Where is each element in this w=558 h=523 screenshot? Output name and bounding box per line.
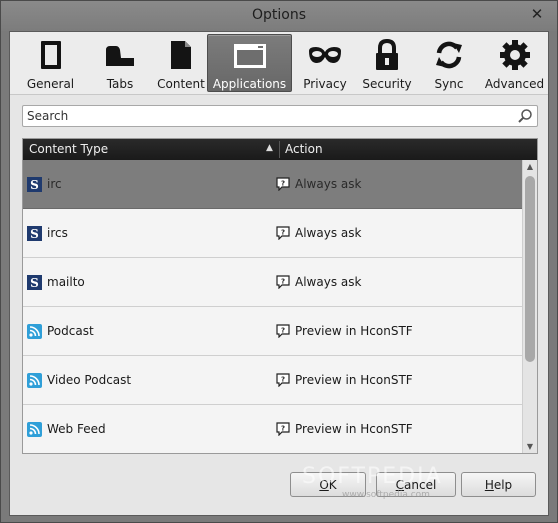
tabs-icon [102, 38, 138, 72]
content-type-label: ircs [47, 226, 68, 240]
action-label[interactable]: Preview in HconSTF [295, 422, 413, 436]
s-app-icon: S [27, 226, 42, 241]
privacy-mask-icon [307, 38, 343, 72]
window-title: Options [251, 7, 307, 23]
tab-privacy[interactable]: Privacy [298, 34, 352, 92]
s-app-icon: S [27, 275, 42, 290]
svg-text:?: ? [281, 180, 285, 188]
action-label[interactable]: Always ask [295, 177, 361, 191]
options-window: Options ✕ General Tabs Content Applicati… [0, 0, 558, 523]
tab-content[interactable]: Content [148, 34, 214, 92]
search-input[interactable] [23, 106, 513, 126]
tab-sync[interactable]: Sync [423, 34, 475, 92]
table-body: S irc ? Always ask S ircs ? Always ask S… [23, 160, 522, 453]
tab-general[interactable]: General [14, 34, 87, 92]
tab-applications[interactable]: Applications [207, 34, 292, 92]
tab-security[interactable]: Security [356, 34, 418, 92]
applications-table: Content Type ▲ Action S irc ? Always ask… [22, 138, 538, 454]
watermark-url: www.softpedia.com [342, 490, 430, 500]
action-label[interactable]: Always ask [295, 226, 361, 240]
sync-icon [431, 38, 467, 72]
tab-content-label: Content [157, 77, 205, 91]
column-header-action[interactable]: Action [285, 142, 323, 156]
content-type-label: Podcast [47, 324, 94, 338]
table-row-podcast[interactable]: Podcast ? Preview in HconSTF [23, 307, 522, 356]
ask-action-icon: ? [276, 275, 290, 289]
close-icon: ✕ [530, 5, 544, 23]
ask-action-icon: ? [276, 324, 290, 338]
table-row-mailto[interactable]: S mailto ? Always ask [23, 258, 522, 307]
column-separator[interactable] [279, 141, 280, 158]
tab-tabs-label: Tabs [106, 77, 134, 91]
action-label[interactable]: Always ask [295, 275, 361, 289]
action-label[interactable]: Preview in HconSTF [295, 373, 413, 387]
tab-general-label: General [26, 77, 75, 91]
tab-sync-label: Sync [434, 77, 464, 91]
tab-tabs[interactable]: Tabs [89, 34, 151, 92]
search-box [22, 105, 538, 127]
category-toolbar: General Tabs Content Applications Privac… [10, 32, 548, 95]
content-type-label: Web Feed [47, 422, 106, 436]
feed-icon [27, 373, 42, 388]
content-type-label: mailto [47, 275, 85, 289]
search-icon[interactable] [517, 108, 533, 124]
help-accelerator: H [484, 477, 494, 492]
content-type-label: irc [47, 177, 62, 191]
ask-action-icon: ? [276, 177, 290, 191]
tab-advanced-label: Advanced [484, 77, 545, 91]
ask-action-icon: ? [276, 226, 290, 240]
svg-text:?: ? [281, 376, 285, 384]
applications-icon [232, 39, 268, 72]
content-type-label: Video Podcast [47, 373, 132, 387]
tab-applications-label: Applications [212, 77, 287, 91]
svg-text:?: ? [281, 327, 285, 335]
tab-privacy-label: Privacy [303, 77, 347, 91]
vertical-scrollbar[interactable]: ▲ ▼ [522, 160, 537, 453]
table-row-ircs[interactable]: S ircs ? Always ask [23, 209, 522, 258]
feed-icon [27, 324, 42, 339]
close-button[interactable]: ✕ [526, 5, 548, 23]
table-row-video-podcast[interactable]: Video Podcast ? Preview in HconSTF [23, 356, 522, 405]
tab-advanced[interactable]: Advanced [481, 34, 548, 92]
svg-text:S: S [30, 227, 39, 241]
gear-icon [497, 38, 533, 72]
svg-text:S: S [30, 178, 39, 192]
table-row-web-feed[interactable]: Web Feed ? Preview in HconSTF [23, 405, 522, 453]
ask-action-icon: ? [276, 422, 290, 436]
options-client-area: General Tabs Content Applications Privac… [9, 31, 549, 516]
action-label[interactable]: Preview in HconSTF [295, 324, 413, 338]
scroll-down-button[interactable]: ▼ [523, 440, 537, 453]
sort-ascending-icon: ▲ [266, 143, 273, 153]
help-button[interactable]: Help [461, 472, 536, 497]
watermark: SOFTPEDIA [302, 464, 443, 489]
column-header-content-type[interactable]: Content Type [29, 142, 108, 156]
scrollbar-thumb[interactable] [525, 176, 535, 362]
ask-action-icon: ? [276, 373, 290, 387]
lock-icon [369, 38, 405, 72]
svg-text:?: ? [281, 425, 285, 433]
feed-icon [27, 422, 42, 437]
tab-security-label: Security [362, 77, 412, 91]
general-icon [33, 38, 69, 72]
scroll-up-button[interactable]: ▲ [523, 160, 537, 174]
help-label-post: elp [493, 477, 513, 492]
s-app-icon: S [27, 177, 42, 192]
svg-text:?: ? [281, 278, 285, 286]
table-header: Content Type ▲ Action [23, 139, 537, 160]
content-icon [163, 38, 199, 72]
svg-text:?: ? [281, 229, 285, 237]
svg-text:S: S [30, 276, 39, 290]
title-bar[interactable]: Options ✕ [1, 1, 557, 31]
table-row-irc[interactable]: S irc ? Always ask [23, 160, 522, 209]
